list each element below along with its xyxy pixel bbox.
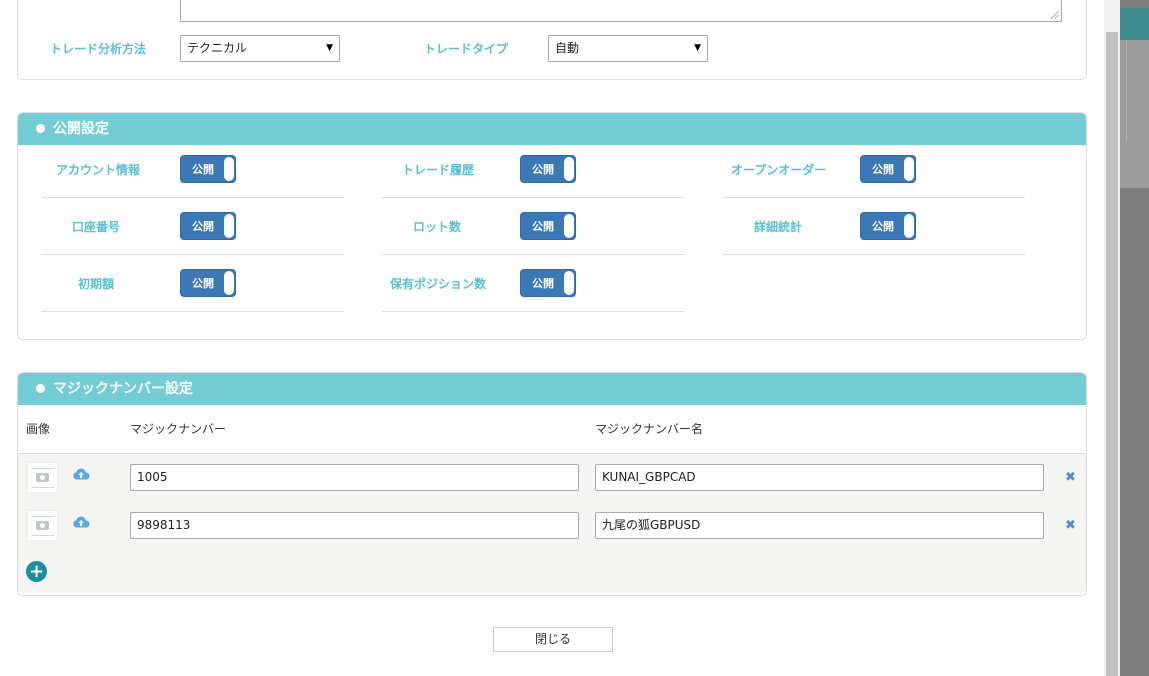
close-button[interactable]: 閉じる: [493, 627, 613, 652]
toggle-text: 公開: [872, 163, 894, 176]
account-settings-modal: トレード分析方法 テクニカル ▼ トレードタイプ 自動 ▼ 公開設定 アカウント…: [0, 0, 1104, 676]
trade-analysis-select[interactable]: テクニカル ▼: [180, 35, 340, 62]
setting-label: 口座番号: [72, 220, 121, 234]
trade-analysis-label: トレード分析方法: [50, 42, 147, 56]
toggle-account-info[interactable]: 公開: [180, 155, 236, 183]
toggle-knob: [904, 214, 914, 238]
dropdown-arrow-icon: ▼: [326, 43, 333, 53]
public-settings-panel: 公開設定 アカウント情報 公開 トレード履歴 公開 オープンオーダー 公開 口座…: [17, 112, 1087, 340]
magic-table-header: 画像 マジックナンバー マジックナンバー名: [18, 405, 1086, 453]
setting-label: 保有ポジション数: [390, 277, 487, 291]
background-page-strip: [1120, 40, 1149, 188]
column-magic-name: マジックナンバー名: [595, 422, 704, 436]
toggle-account-number[interactable]: 公開: [180, 212, 236, 240]
setting-detailed-stats: 詳細統計 公開: [723, 198, 1025, 255]
modal-scrollbar[interactable]: [1104, 0, 1120, 676]
toggle-knob: [904, 157, 914, 181]
setting-label: オープンオーダー: [731, 163, 827, 177]
toggle-lot-count[interactable]: 公開: [520, 212, 576, 240]
toggle-detailed-stats[interactable]: 公開: [860, 212, 916, 240]
setting-account-number: 口座番号 公開: [42, 198, 344, 255]
magic-name-input[interactable]: 九尾の狐GBPUSD: [595, 512, 1044, 539]
toggle-knob: [564, 271, 574, 295]
magic-number-panel: マジックナンバー設定 画像 マジックナンバー マジックナンバー名 1005 KU…: [17, 372, 1087, 596]
add-magic-number-button[interactable]: +: [26, 561, 47, 582]
toggle-position-count[interactable]: 公開: [520, 269, 576, 297]
public-settings-title: 公開設定: [53, 121, 109, 137]
bullet-icon: [36, 383, 45, 393]
toggle-text: 公開: [192, 163, 214, 176]
toggle-text: 公開: [192, 220, 214, 233]
no-image-thumbnail: [27, 510, 58, 541]
table-row: 9898113 九尾の狐GBPUSD ✖: [18, 502, 1086, 550]
magic-number-header: マジックナンバー設定: [18, 373, 1086, 405]
toggle-knob: [224, 157, 234, 181]
trade-analysis-value: テクニカル: [187, 41, 248, 55]
toggle-knob: [224, 271, 234, 295]
trade-type-label: トレードタイプ: [424, 42, 509, 56]
toggle-open-orders[interactable]: 公開: [860, 155, 916, 183]
trade-type-select[interactable]: 自動 ▼: [548, 35, 708, 62]
column-magic-number: マジックナンバー: [130, 422, 227, 436]
setting-initial-amount: 初期額 公開: [42, 255, 344, 312]
setting-open-orders: オープンオーダー 公開: [723, 141, 1025, 198]
toggle-initial-amount[interactable]: 公開: [180, 269, 236, 297]
toggle-trade-history[interactable]: 公開: [520, 155, 576, 183]
magic-name-input[interactable]: KUNAI_GBPCAD: [595, 464, 1044, 491]
add-row-area: +: [18, 549, 1086, 593]
toggle-knob: [564, 157, 574, 181]
magic-number-title: マジックナンバー設定: [53, 381, 193, 397]
toggle-text: 公開: [532, 220, 554, 233]
magic-number-input[interactable]: 1005: [130, 464, 579, 491]
setting-lot-count: ロット数 公開: [382, 198, 684, 255]
toggle-text: 公開: [532, 277, 554, 290]
no-image-thumbnail: [27, 462, 58, 493]
setting-label: ロット数: [413, 220, 462, 234]
background-divider: [1126, 40, 1127, 140]
toggle-knob: [224, 214, 234, 238]
setting-trade-history: トレード履歴 公開: [382, 141, 684, 198]
trade-info-panel: トレード分析方法 テクニカル ▼ トレードタイプ 自動 ▼: [17, 0, 1087, 80]
setting-label: アカウント情報: [56, 163, 141, 177]
setting-position-count: 保有ポジション数 公開: [382, 255, 684, 312]
bullet-icon: [36, 123, 45, 133]
toggle-knob: [564, 214, 574, 238]
trade-type-value: 自動: [555, 41, 580, 55]
setting-label: 詳細統計: [754, 220, 803, 234]
cloud-upload-icon[interactable]: [72, 468, 90, 480]
magic-number-input[interactable]: 9898113: [130, 512, 579, 539]
camera-icon: [36, 473, 49, 482]
table-row: 1005 KUNAI_GBPCAD ✖: [18, 453, 1086, 502]
setting-account-info: アカウント情報 公開: [42, 141, 344, 198]
dropdown-arrow-icon: ▼: [694, 43, 701, 53]
setting-label: 初期額: [78, 277, 115, 291]
cloud-upload-icon[interactable]: [72, 516, 90, 528]
delete-row-icon[interactable]: ✖: [1065, 518, 1076, 533]
comment-textarea[interactable]: [180, 0, 1062, 22]
resize-grip-icon[interactable]: [1051, 11, 1059, 19]
toggle-text: 公開: [532, 163, 554, 176]
camera-icon: [36, 521, 49, 530]
background-header-strip: [1120, 8, 1149, 40]
setting-label: トレード履歴: [402, 163, 475, 177]
column-image: 画像: [26, 422, 51, 436]
toggle-text: 公開: [192, 277, 214, 290]
delete-row-icon[interactable]: ✖: [1065, 470, 1076, 485]
scrollbar-thumb[interactable]: [1106, 32, 1118, 676]
toggle-text: 公開: [872, 220, 894, 233]
